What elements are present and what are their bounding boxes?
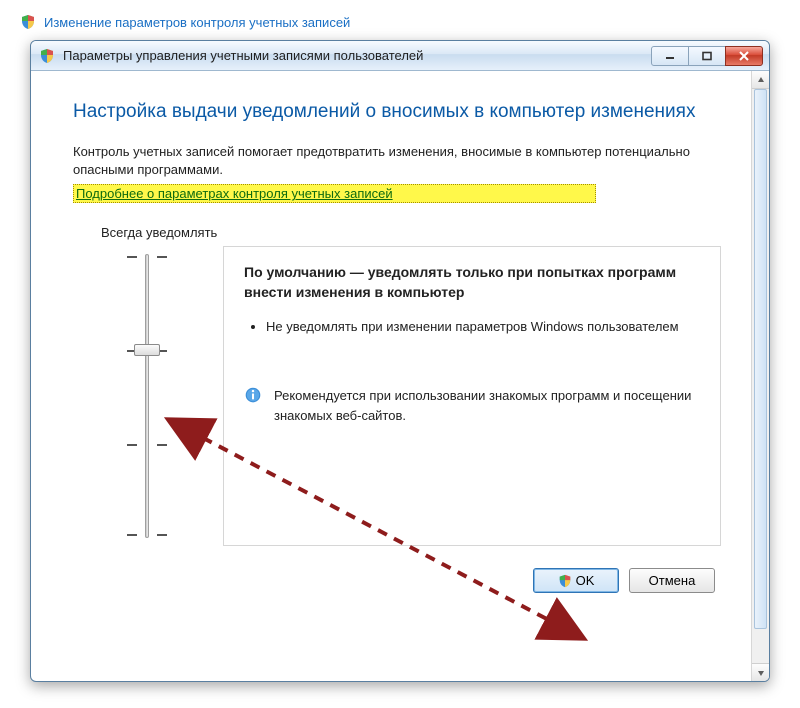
maximize-button[interactable] — [688, 46, 726, 66]
uac-settings-window: Параметры управления учетными записями п… — [30, 40, 770, 682]
content-area: Настройка выдачи уведомлений о вносимых … — [31, 71, 751, 681]
scroll-up-button[interactable] — [752, 71, 769, 89]
level-description-panel: По умолчанию — уведомлять только при поп… — [223, 246, 721, 546]
info-icon — [244, 386, 262, 404]
slider-track — [145, 254, 149, 538]
slider-tick — [127, 256, 167, 258]
scroll-down-button[interactable] — [752, 663, 769, 681]
titlebar: Параметры управления учетными записями п… — [31, 41, 769, 71]
vertical-scrollbar[interactable] — [751, 71, 769, 681]
shield-icon — [558, 574, 572, 588]
shield-icon — [20, 14, 36, 30]
top-link-row: Изменение параметров контроля учетных за… — [10, 10, 790, 40]
ok-button-label: OK — [576, 573, 595, 588]
change-uac-settings-link[interactable]: Изменение параметров контроля учетных за… — [44, 15, 350, 30]
slider-tick — [127, 534, 167, 536]
uac-help-link[interactable]: Подробнее о параметрах контроля учетных … — [74, 185, 395, 202]
window-buttons — [652, 46, 763, 66]
close-button[interactable] — [725, 46, 763, 66]
cancel-button[interactable]: Отмена — [629, 568, 715, 593]
page-heading: Настройка выдачи уведомлений о вносимых … — [73, 99, 721, 125]
minimize-button[interactable] — [651, 46, 689, 66]
intro-text: Контроль учетных записей помогает предот… — [73, 143, 721, 181]
highlight-annotation: Подробнее о параметрах контроля учетных … — [73, 184, 596, 203]
shield-icon — [39, 48, 55, 64]
scroll-track[interactable] — [752, 89, 769, 663]
slider-thumb[interactable] — [134, 344, 160, 356]
level-title: По умолчанию — уведомлять только при поп… — [244, 263, 700, 302]
ok-button[interactable]: OK — [533, 568, 619, 593]
level-bullet: Не уведомлять при изменении параметров W… — [266, 317, 700, 337]
recommendation-text: Рекомендуется при использовании знакомых… — [274, 386, 700, 425]
always-notify-label: Всегда уведомлять — [101, 225, 721, 240]
scroll-thumb[interactable] — [754, 89, 767, 629]
cancel-button-label: Отмена — [649, 573, 696, 588]
window-title: Параметры управления учетными записями п… — [63, 48, 652, 63]
dialog-footer: OK Отмена — [73, 568, 721, 593]
notification-level-slider[interactable] — [101, 246, 191, 546]
slider-tick — [127, 444, 167, 446]
